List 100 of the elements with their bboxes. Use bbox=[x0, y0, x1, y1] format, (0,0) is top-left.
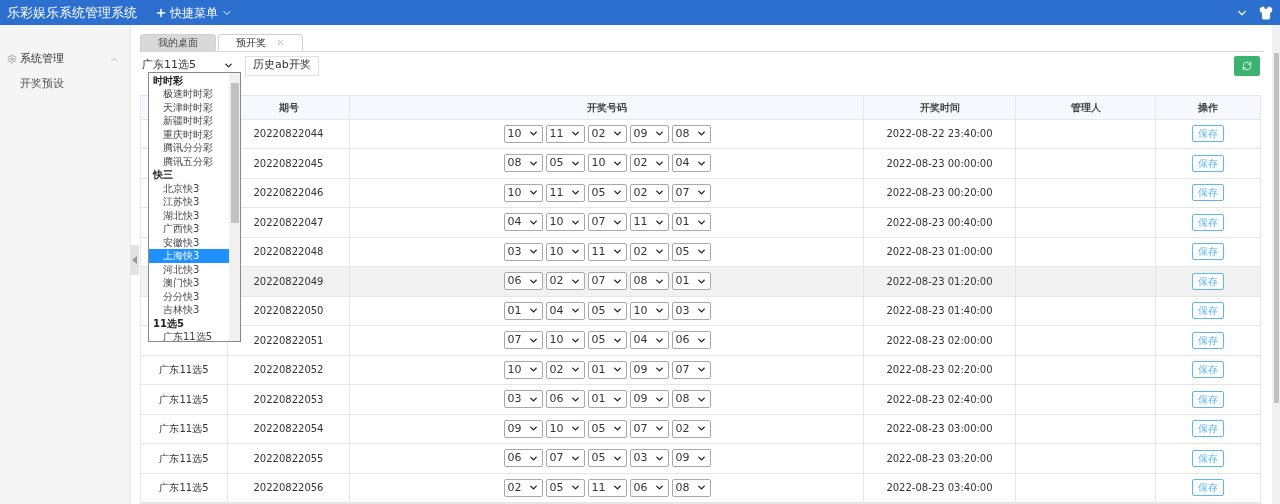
dropdown-option[interactable]: 新疆时时彩 bbox=[149, 114, 229, 128]
number-select[interactable]: 09 bbox=[629, 124, 669, 143]
dropdown-option[interactable]: 江苏快3 bbox=[149, 195, 229, 209]
number-select[interactable]: 07 bbox=[545, 449, 585, 468]
number-select[interactable]: 07 bbox=[587, 272, 627, 291]
number-select[interactable]: 08 bbox=[629, 272, 669, 291]
lottery-cell-text: 广东11选5 bbox=[159, 392, 209, 407]
tab[interactable]: 预开奖 bbox=[218, 33, 303, 51]
number-select[interactable]: 09 bbox=[629, 360, 669, 379]
dropdown-option[interactable]: 腾讯分分彩 bbox=[149, 141, 229, 155]
number-select[interactable]: 06 bbox=[671, 331, 711, 350]
issue-cell-text: 20220822045 bbox=[253, 156, 324, 171]
sidebar-section[interactable]: 系统管理 bbox=[0, 51, 130, 67]
sidebar-item[interactable]: 开奖预设 bbox=[0, 76, 130, 93]
dropdown-option[interactable]: 澳门快3 bbox=[149, 276, 229, 290]
number-select[interactable]: 02 bbox=[503, 478, 543, 497]
number-select[interactable]: 06 bbox=[503, 272, 543, 291]
scrollbar[interactable] bbox=[229, 72, 240, 341]
number-select[interactable]: 05 bbox=[671, 242, 711, 261]
number-select[interactable]: 04 bbox=[671, 154, 711, 173]
number-select[interactable]: 10 bbox=[545, 331, 585, 350]
number-select[interactable]: 05 bbox=[587, 301, 627, 320]
number-select[interactable]: 08 bbox=[503, 154, 543, 173]
number-select[interactable]: 09 bbox=[671, 449, 711, 468]
number-select[interactable]: 01 bbox=[671, 213, 711, 232]
number-select[interactable]: 02 bbox=[545, 272, 585, 291]
close-icon[interactable] bbox=[276, 38, 285, 48]
dropdown-option[interactable]: 北京快3 bbox=[149, 181, 229, 196]
number-select[interactable]: 05 bbox=[587, 183, 627, 202]
time-cell-text: 2022-08-23 01:40:00 bbox=[886, 304, 993, 319]
number-select[interactable]: 02 bbox=[671, 419, 711, 438]
dropdown-option[interactable]: 河北快3 bbox=[149, 262, 229, 277]
tab[interactable]: 我的桌面 bbox=[140, 33, 216, 51]
number-select[interactable]: 11 bbox=[545, 183, 585, 202]
quick-menu[interactable]: 快捷菜单 bbox=[155, 3, 233, 22]
shirt-icon[interactable] bbox=[1259, 5, 1273, 20]
number-select[interactable]: 01 bbox=[587, 390, 627, 409]
number-select[interactable]: 06 bbox=[545, 390, 585, 409]
number-select[interactable]: 02 bbox=[629, 242, 669, 261]
page-scrollbar[interactable] bbox=[1272, 25, 1280, 504]
plus-icon bbox=[155, 6, 167, 19]
number-select[interactable]: 04 bbox=[629, 331, 669, 350]
dropdown-option[interactable]: 湖北快3 bbox=[149, 208, 229, 223]
number-select[interactable]: 03 bbox=[629, 449, 669, 468]
number-select[interactable]: 05 bbox=[587, 331, 627, 350]
number-select[interactable]: 08 bbox=[671, 478, 711, 497]
number-select[interactable]: 04 bbox=[503, 213, 543, 232]
number-select[interactable]: 05 bbox=[587, 419, 627, 438]
number-select[interactable]: 11 bbox=[545, 124, 585, 143]
number-select[interactable]: 07 bbox=[671, 360, 711, 379]
dropdown-option[interactable]: 吉林快3 bbox=[149, 303, 229, 317]
time-cell-text: 2022-08-23 02:20:00 bbox=[886, 363, 993, 378]
number-select[interactable]: 09 bbox=[629, 390, 669, 409]
number-select[interactable]: 10 bbox=[545, 419, 585, 438]
dropdown-option[interactable]: 腾讯五分彩 bbox=[149, 154, 229, 169]
number-select[interactable]: 03 bbox=[671, 301, 711, 320]
dropdown-option[interactable]: 安徽快3 bbox=[149, 235, 229, 250]
number-select[interactable]: 07 bbox=[671, 183, 711, 202]
number-select[interactable]: 10 bbox=[503, 124, 543, 143]
history-button[interactable]: 历史ab开奖 bbox=[245, 55, 319, 76]
lottery-cell-text: 广东11选5 bbox=[159, 422, 209, 437]
number-select[interactable]: 11 bbox=[587, 478, 627, 497]
number-select[interactable]: 10 bbox=[503, 360, 543, 379]
number-select[interactable]: 05 bbox=[587, 449, 627, 468]
number-select[interactable]: 06 bbox=[629, 478, 669, 497]
number-select[interactable]: 07 bbox=[629, 419, 669, 438]
number-select[interactable]: 09 bbox=[503, 419, 543, 438]
issue-cell-text: 20220822050 bbox=[253, 304, 324, 319]
number-select[interactable]: 05 bbox=[545, 478, 585, 497]
number-select[interactable]: 10 bbox=[545, 242, 585, 261]
number-select[interactable]: 02 bbox=[545, 360, 585, 379]
number-select[interactable]: 02 bbox=[629, 154, 669, 173]
number-select[interactable]: 08 bbox=[671, 124, 711, 143]
number-select[interactable]: 07 bbox=[503, 331, 543, 350]
number-select[interactable]: 03 bbox=[503, 242, 543, 261]
number-select[interactable]: 11 bbox=[629, 213, 669, 232]
number-select[interactable]: 01 bbox=[587, 360, 627, 379]
dropdown-option[interactable]: 广东11选5 bbox=[149, 330, 229, 341]
refresh-button[interactable] bbox=[1234, 55, 1260, 76]
number-select[interactable]: 02 bbox=[629, 183, 669, 202]
number-select[interactable]: 05 bbox=[545, 154, 585, 173]
dropdown-option[interactable]: 天津时时彩 bbox=[149, 100, 229, 115]
number-select[interactable]: 11 bbox=[587, 242, 627, 261]
number-select[interactable]: 10 bbox=[503, 183, 543, 202]
number-select[interactable]: 07 bbox=[587, 213, 627, 232]
dropdown-option[interactable]: 广西快3 bbox=[149, 222, 229, 236]
number-select[interactable]: 10 bbox=[545, 213, 585, 232]
number-select[interactable]: 02 bbox=[587, 124, 627, 143]
dropdown-option[interactable]: 极速时时彩 bbox=[149, 87, 229, 101]
number-select[interactable]: 10 bbox=[587, 154, 627, 173]
number-select[interactable]: 08 bbox=[671, 390, 711, 409]
number-select[interactable]: 01 bbox=[671, 272, 711, 291]
number-select[interactable]: 06 bbox=[503, 449, 543, 468]
dropdown-option[interactable]: 重庆时时彩 bbox=[149, 127, 229, 142]
dropdown-option[interactable]: 分分快3 bbox=[149, 289, 229, 304]
collapse-handle[interactable] bbox=[130, 245, 139, 275]
number-select[interactable]: 03 bbox=[503, 390, 543, 409]
number-select[interactable]: 04 bbox=[545, 301, 585, 320]
number-select[interactable]: 01 bbox=[503, 301, 543, 320]
number-select[interactable]: 10 bbox=[629, 301, 669, 320]
